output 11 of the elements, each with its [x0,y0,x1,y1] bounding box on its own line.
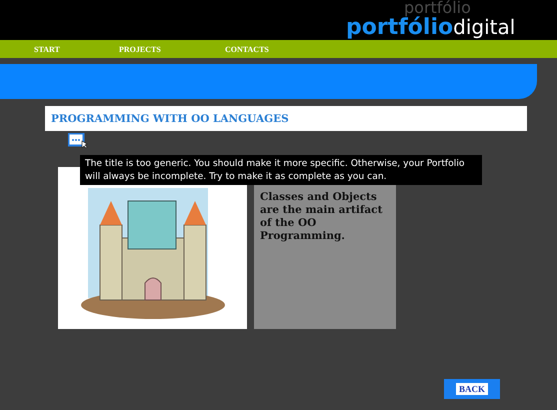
nav-link[interactable]: START [34,44,119,54]
tooltip: The title is too generic. You should make it more specific. Otherwise, your Portfolio will always be incomplete. Try to make it as complete as you can. [80,155,482,185]
page-title: PROGRAMMING WITH OO LANGUAGES [51,112,289,124]
description-text: Classes and Objects are the main artifact of the OO Programming. [260,191,384,243]
logo-text: portfólio [346,15,454,40]
logo-backdrop-text: portfólio [404,0,471,16]
back-button[interactable]: BACK [444,379,500,399]
nav-link[interactable]: CONTACTS [225,44,269,54]
comment-icon[interactable] [68,133,88,148]
nav-link[interactable]: PROJECTS [119,44,225,54]
logo-subtext: digital [453,15,516,39]
